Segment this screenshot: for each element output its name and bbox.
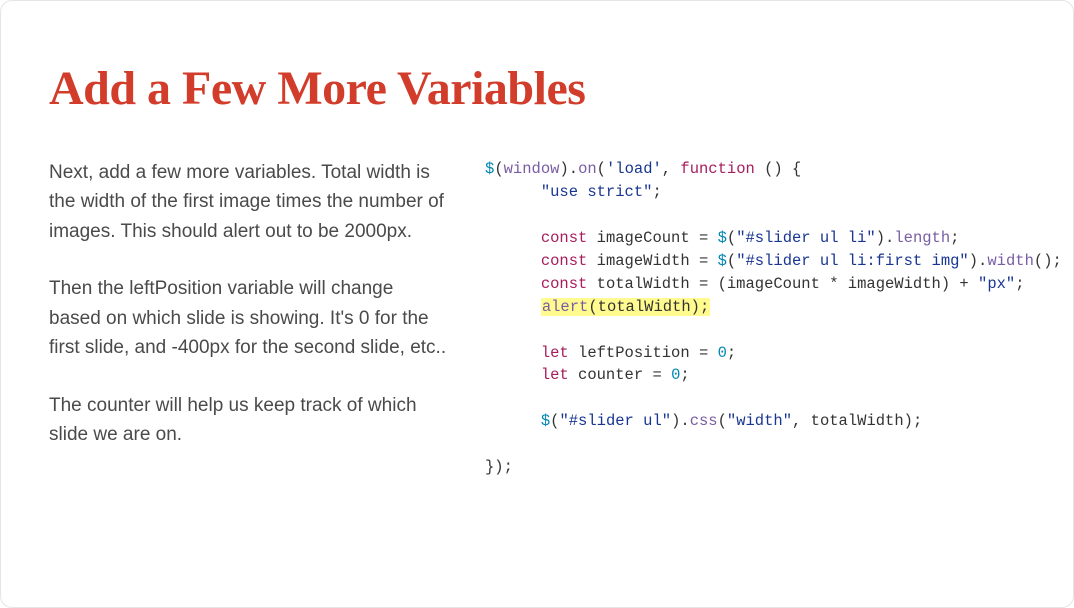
code-token: ; bbox=[652, 183, 661, 201]
code-token: $ bbox=[718, 229, 727, 247]
code-token: css bbox=[690, 412, 718, 430]
code-token: ; bbox=[727, 344, 736, 362]
code-token: on bbox=[578, 160, 597, 178]
code-token: ; bbox=[913, 412, 922, 430]
code-token: width bbox=[987, 252, 1034, 270]
code-block: $(window).on('load', function () { "use … bbox=[485, 158, 1062, 479]
code-token: "#slider ul li" bbox=[736, 229, 876, 247]
slide-container: Add a Few More Variables Next, add a few… bbox=[1, 1, 1073, 519]
code-token: ) bbox=[671, 412, 680, 430]
code-token: = bbox=[690, 229, 718, 247]
code-token: ) bbox=[969, 252, 978, 270]
code-token: totalWidth bbox=[597, 275, 690, 293]
code-token: ( bbox=[494, 160, 503, 178]
paragraph-1: Next, add a few more variables. Total wi… bbox=[49, 158, 449, 246]
code-token: ( bbox=[727, 252, 736, 270]
code-token: counter bbox=[578, 366, 643, 384]
paragraph-2: Then the leftPosition variable will chan… bbox=[49, 274, 449, 362]
code-token: ; bbox=[1053, 252, 1062, 270]
code-token: const bbox=[541, 229, 588, 247]
code-token: function bbox=[680, 160, 754, 178]
code-token: ; bbox=[700, 298, 709, 316]
code-token: 0 bbox=[671, 366, 680, 384]
code-token: ; bbox=[950, 229, 959, 247]
code-token: totalWidth bbox=[598, 298, 691, 316]
code-token: imageCount bbox=[597, 229, 690, 247]
code-token: ( bbox=[727, 229, 736, 247]
code-token: const bbox=[541, 252, 588, 270]
code-token: ( bbox=[718, 275, 727, 293]
code-token: "px" bbox=[978, 275, 1015, 293]
code-token: + bbox=[950, 275, 978, 293]
code-token: ( bbox=[1034, 252, 1043, 270]
code-token: }); bbox=[485, 458, 513, 476]
code-token: ( bbox=[718, 412, 727, 430]
highlighted-line: alert(totalWidth); bbox=[541, 298, 710, 316]
code-token: . bbox=[569, 160, 578, 178]
code-token: totalWidth bbox=[811, 412, 904, 430]
code-token: ( bbox=[597, 160, 606, 178]
code-token: let bbox=[541, 366, 569, 384]
code-token: "#slider ul li:first img" bbox=[736, 252, 969, 270]
code-token: "use strict" bbox=[541, 183, 653, 201]
slide-title: Add a Few More Variables bbox=[49, 61, 1025, 116]
code-token: () { bbox=[755, 160, 802, 178]
code-token: $ bbox=[541, 412, 550, 430]
code-token: = bbox=[690, 344, 718, 362]
code-token: ) bbox=[941, 275, 950, 293]
code-token: ) bbox=[876, 229, 885, 247]
text-column: Next, add a few more variables. Total wi… bbox=[49, 158, 449, 479]
code-token: ) bbox=[559, 160, 568, 178]
code-token: 0 bbox=[718, 344, 727, 362]
code-token: leftPosition bbox=[578, 344, 690, 362]
code-token: = bbox=[643, 366, 671, 384]
code-token: , bbox=[662, 160, 681, 178]
paragraph-3: The counter will help us keep track of w… bbox=[49, 391, 449, 450]
code-token: imageWidth bbox=[597, 252, 690, 270]
code-token: ) bbox=[691, 298, 700, 316]
code-token: * bbox=[820, 275, 848, 293]
code-token: let bbox=[541, 344, 569, 362]
code-token: ) bbox=[1043, 252, 1052, 270]
code-token: "width" bbox=[727, 412, 792, 430]
code-token: = bbox=[690, 252, 718, 270]
code-token: , bbox=[792, 412, 811, 430]
code-token: ; bbox=[1015, 275, 1024, 293]
code-token: ) bbox=[904, 412, 913, 430]
code-token: = bbox=[690, 275, 718, 293]
code-token: length bbox=[894, 229, 950, 247]
code-token: 'load' bbox=[606, 160, 662, 178]
code-token: const bbox=[541, 275, 588, 293]
code-token: $ bbox=[718, 252, 727, 270]
code-token: ( bbox=[588, 298, 597, 316]
code-token: $ bbox=[485, 160, 494, 178]
content-row: Next, add a few more variables. Total wi… bbox=[49, 158, 1025, 479]
code-token: imageWidth bbox=[848, 275, 941, 293]
code-token: . bbox=[885, 229, 894, 247]
code-token: window bbox=[504, 160, 560, 178]
code-token: "#slider ul" bbox=[559, 412, 671, 430]
code-token: . bbox=[978, 252, 987, 270]
code-token: ; bbox=[680, 366, 689, 384]
code-token: . bbox=[680, 412, 689, 430]
code-token: imageCount bbox=[727, 275, 820, 293]
code-token: alert bbox=[542, 298, 589, 316]
